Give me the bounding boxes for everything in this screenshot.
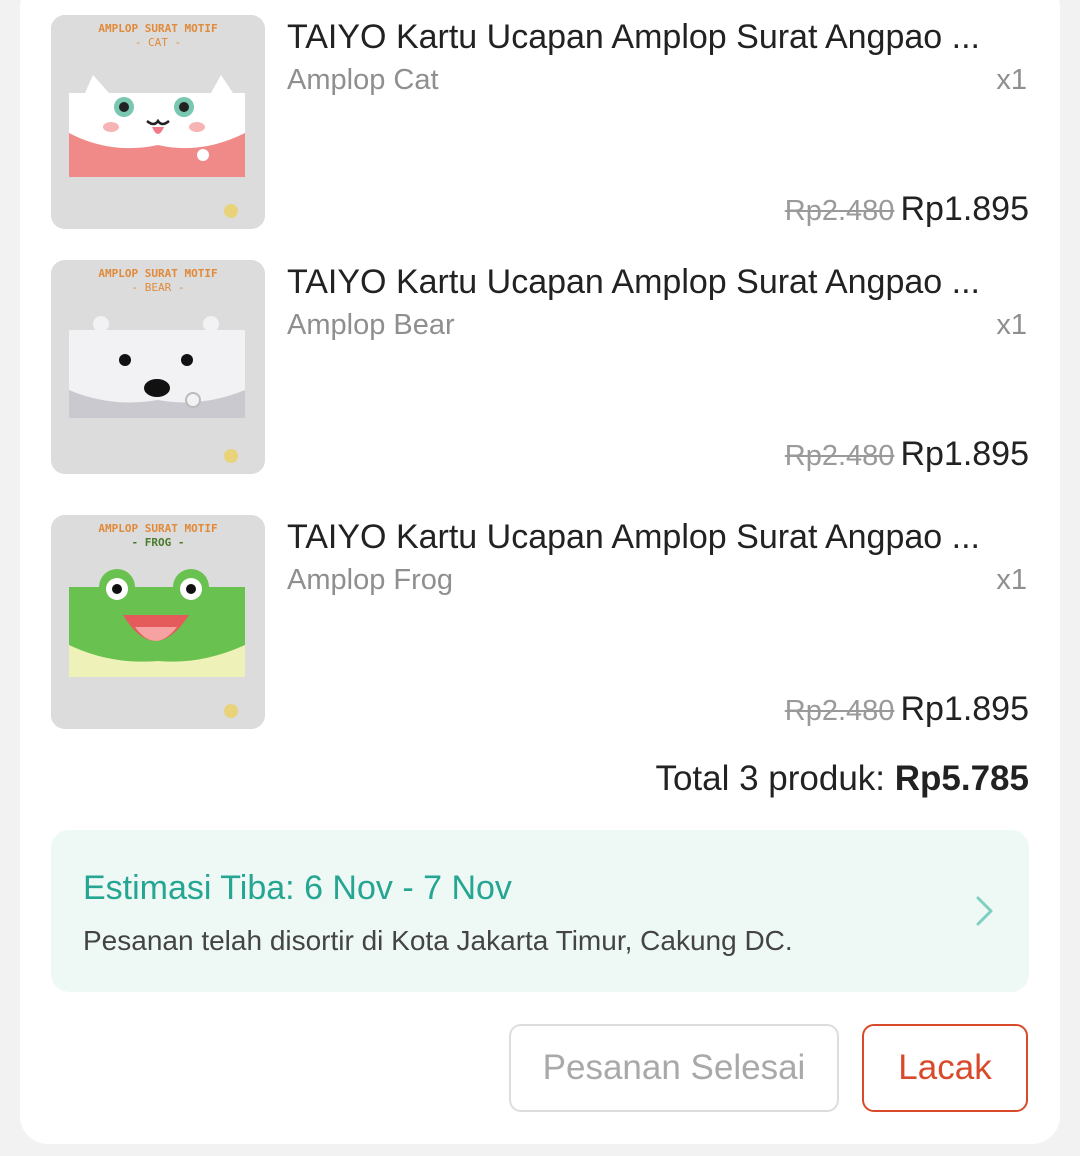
product-variant: Amplop Cat (287, 64, 439, 96)
product-thumbnail-cat[interactable]: AMPLOP SURAT MOTIF - CAT - (51, 15, 265, 229)
product-title[interactable]: TAIYO Kartu Ucapan Amplop Surat Angpao .… (287, 262, 1029, 302)
delivery-estimate-panel[interactable]: Estimasi Tiba: 6 Nov - 7 Nov Pesanan tel… (51, 830, 1029, 992)
product-title[interactable]: TAIYO Kartu Ucapan Amplop Surat Angpao .… (287, 17, 1029, 57)
original-price: Rp2.480 (784, 440, 895, 472)
product-title[interactable]: TAIYO Kartu Ucapan Amplop Surat Angpao .… (287, 517, 1029, 557)
delivery-status: Pesanan telah disortir di Kota Jakarta T… (83, 925, 793, 956)
delivery-estimate: Estimasi Tiba: 6 Nov - 7 Nov (83, 869, 512, 907)
frog-envelope-icon: AMPLOP SURAT MOTIF - FROG - (51, 515, 265, 729)
order-item-frog[interactable]: AMPLOP SURAT MOTIF - FROG - TAIYO Kartu … (51, 515, 1029, 729)
product-quantity: x1 (996, 64, 1027, 96)
thumb-heading: AMPLOP SURAT MOTIF (98, 22, 217, 35)
track-button[interactable]: Lacak (862, 1024, 1028, 1112)
order-completed-button[interactable]: Pesanan Selesai (509, 1024, 839, 1112)
discounted-price: Rp1.895 (900, 690, 1029, 728)
price-group: Rp2.480 Rp1.895 (785, 689, 1029, 736)
thumb-heading: AMPLOP SURAT MOTIF (98, 267, 217, 280)
product-quantity: x1 (996, 309, 1027, 341)
order-item-cat[interactable]: AMPLOP SURAT MOTIF - CAT - TAIYO Kartu U… (51, 15, 1029, 229)
order-item-bear[interactable]: AMPLOP SURAT MOTIF - BEAR - TAIYO Kartu … (51, 260, 1029, 474)
thumb-subheading: - BEAR - (132, 281, 185, 294)
thumb-subheading: - CAT - (135, 36, 181, 49)
original-price: Rp2.480 (784, 195, 895, 227)
discounted-price: Rp1.895 (900, 190, 1029, 228)
thumb-subheading: - FROG - (132, 536, 185, 549)
product-thumbnail-bear[interactable]: AMPLOP SURAT MOTIF - BEAR - (51, 260, 265, 474)
bear-envelope-icon: AMPLOP SURAT MOTIF - BEAR - (51, 260, 265, 474)
product-variant: Amplop Frog (287, 564, 454, 596)
price-group: Rp2.480 Rp1.895 (785, 189, 1029, 236)
total-label: Total 3 produk: (655, 759, 895, 798)
thumb-heading: AMPLOP SURAT MOTIF (98, 522, 217, 535)
price-group: Rp2.480 Rp1.895 (785, 434, 1029, 481)
product-variant: Amplop Bear (287, 309, 455, 341)
product-thumbnail-frog[interactable]: AMPLOP SURAT MOTIF - FROG - (51, 515, 265, 729)
discounted-price: Rp1.895 (900, 435, 1029, 473)
product-quantity: x1 (996, 564, 1027, 596)
order-total: Total 3 produk: Rp5.785 (655, 758, 1029, 800)
chevron-right-icon[interactable] (969, 894, 999, 928)
original-price: Rp2.480 (784, 695, 895, 727)
cat-envelope-icon: AMPLOP SURAT MOTIF - CAT - (51, 15, 265, 229)
total-value: Rp5.785 (894, 759, 1029, 798)
